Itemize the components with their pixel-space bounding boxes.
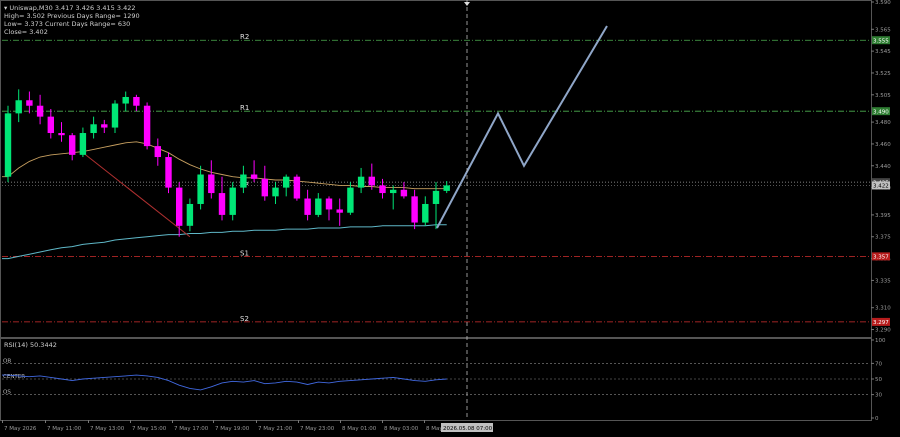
cursor-time-tag: 2026.05.08 07:00 — [443, 426, 493, 432]
candle-body — [347, 187, 354, 213]
price-axis-label: 3.395 — [875, 213, 891, 219]
candle-body — [422, 203, 429, 223]
candle-body — [79, 133, 87, 155]
candle-body — [293, 176, 301, 199]
candle-body — [90, 124, 97, 134]
candle-body — [101, 124, 108, 128]
time-axis-label: 8 May — [426, 426, 443, 432]
rsi-axis-label: 30 — [875, 393, 882, 399]
time-axis-label: 7 May 21:00 — [258, 426, 293, 432]
time-axis-label: 7 May 15:00 — [132, 426, 167, 432]
candle-body — [272, 187, 279, 197]
price-tag-r1: 3.490 — [873, 109, 889, 115]
candle-body — [315, 198, 322, 215]
candle-body — [411, 196, 418, 223]
candle-body — [208, 174, 215, 194]
price-axis-label: 3.525 — [875, 71, 891, 77]
candle-body — [176, 187, 183, 226]
rsi-axis-label: 50 — [875, 377, 882, 383]
rsi-axis-label: 70 — [875, 361, 882, 367]
candle-body — [154, 146, 161, 158]
time-axis-label: 7 May 13:00 — [90, 426, 125, 432]
time-axis-label: 7 May 19:00 — [215, 426, 250, 432]
candle-body — [69, 135, 76, 155]
candle-body — [4, 113, 12, 177]
rsi-line — [2, 374, 447, 391]
trendline — [82, 152, 191, 238]
candle-body — [111, 103, 119, 128]
price-axis-label: 3.310 — [875, 306, 891, 312]
current-price-tag: 3.422 — [873, 184, 889, 190]
candle-body — [304, 198, 311, 215]
candle-body — [250, 174, 258, 179]
candle-body — [122, 96, 129, 104]
candle-body — [432, 190, 440, 204]
pivot-label-r2: R2 — [240, 33, 249, 41]
candle-body — [368, 176, 375, 186]
rsi-axis-label: 0 — [875, 416, 879, 422]
time-axis-label: 8 May 01:00 — [342, 426, 377, 432]
pivot-label-r1: R1 — [240, 104, 249, 112]
candle-body — [218, 193, 226, 215]
candle-body — [400, 189, 408, 197]
candle-body — [357, 176, 365, 188]
candle-body — [390, 189, 397, 194]
ma-fast-line — [2, 141, 447, 190]
price-axis-label: 3.290 — [875, 328, 891, 334]
price-tag-r2: 3.555 — [873, 38, 889, 44]
time-axis-label: 7 May 17:00 — [174, 426, 209, 432]
candle-body — [15, 100, 22, 114]
candle-body — [197, 174, 204, 204]
candle-body — [229, 187, 236, 215]
cursor-marker-icon — [464, 2, 470, 6]
candle-body — [26, 100, 33, 106]
candle-body — [325, 198, 333, 210]
price-axis-label: 3.590 — [875, 0, 891, 6]
price-tag-s2: 3.297 — [873, 320, 889, 326]
time-axis-label: 7 May 11:00 — [47, 426, 82, 432]
price-axis-label: 3.545 — [875, 49, 891, 55]
candle-body — [261, 178, 268, 197]
candle-body — [240, 174, 247, 188]
candle-body — [379, 185, 386, 194]
price-axis-label: 3.505 — [875, 93, 891, 99]
candle-body — [165, 157, 172, 188]
main-pane-border — [0, 0, 872, 338]
rsi-level-label-os: OS — [3, 390, 11, 396]
price-tag-s1: 3.357 — [873, 255, 889, 261]
time-axis-label: 7 May 2026 — [4, 426, 37, 432]
chart-window[interactable]: { "header": { "symbol_line": "Uniswap,M3… — [0, 0, 900, 437]
time-axis-label: 7 May 23:00 — [300, 426, 335, 432]
rsi-axis-label: 100 — [875, 338, 886, 344]
pivot-label-s1: S1 — [240, 249, 249, 257]
candle-body — [143, 105, 151, 147]
price-axis-label: 3.480 — [875, 120, 891, 126]
candle-body — [58, 133, 65, 136]
candle-body — [336, 209, 343, 213]
price-axis-label: 3.460 — [875, 142, 891, 148]
rsi-title: RSI(14) 50.3442 — [4, 341, 57, 349]
candle-body — [186, 203, 194, 226]
rsi-level-label-ob: OB — [3, 358, 11, 364]
time-axis-label: 8 May 03:00 — [384, 426, 419, 432]
candle-body — [443, 185, 450, 191]
price-axis-label: 3.565 — [875, 27, 891, 33]
candle-body — [283, 176, 290, 188]
price-axis-label: 3.440 — [875, 164, 891, 170]
price-axis-label: 3.335 — [875, 278, 891, 284]
chart-canvas[interactable]: 3.590 3.565 3.545 3.525 3.505 3.480 3.460 3.440… — [0, 0, 900, 437]
ma-slow-line — [2, 224, 447, 260]
candle-body — [36, 105, 44, 117]
projection-path — [436, 25, 608, 229]
candle-body — [47, 116, 54, 134]
candle-body — [133, 96, 140, 106]
price-axis-label: 3.375 — [875, 235, 891, 241]
pivot-label-s2: S2 — [240, 315, 249, 323]
